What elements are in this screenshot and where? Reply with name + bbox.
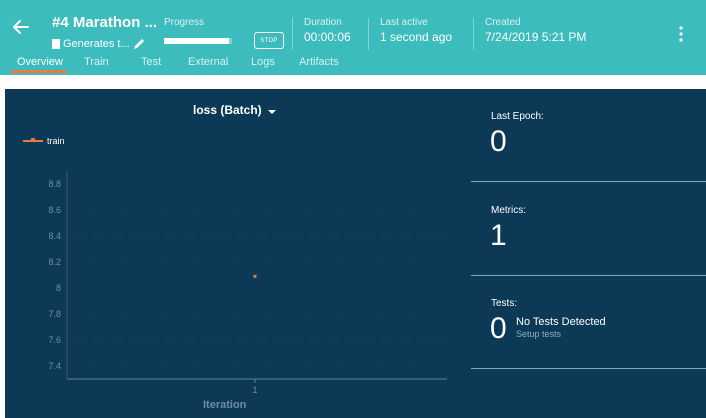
metrics-card: Metrics: 1 (471, 183, 706, 276)
more-vertical-icon[interactable] (675, 24, 687, 44)
chart-panel: loss (Batch) train 8.8 8.6 8.4 8.2 8 7.8 7.6 7.… (5, 89, 471, 418)
tab-logs[interactable]: Logs (251, 56, 275, 68)
experiment-description: Generates t... (52, 38, 130, 50)
tests-label: Tests: (491, 298, 518, 309)
y-tick-label: 7.6 (48, 335, 61, 345)
y-tick-label: 7.8 (48, 309, 61, 319)
x-axis-label: Iteration (203, 399, 247, 411)
tests-value: 0 (490, 312, 507, 345)
description-text: Generates t... (63, 38, 130, 50)
created-label: Created (485, 17, 521, 28)
last-active-label: Last active (380, 17, 428, 28)
y-tick-label: 8 (56, 283, 61, 293)
metrics-label: Metrics: (491, 205, 526, 216)
loss-chart: 8.8 8.6 8.4 8.2 8 7.8 7.6 7.4 1 (48, 171, 447, 395)
last-epoch-label: Last Epoch: (491, 111, 544, 122)
y-tick-label: 8.6 (48, 205, 61, 215)
last-epoch-card: Last Epoch: 0 (471, 89, 706, 182)
tab-test[interactable]: Test (141, 56, 161, 68)
header-divider (473, 18, 474, 50)
data-point-train (253, 274, 257, 278)
tab-train[interactable]: Train (84, 56, 109, 68)
y-tick-label: 8.4 (48, 231, 61, 241)
progress-bar (164, 38, 232, 44)
last-epoch-value: 0 (490, 125, 507, 158)
header-divider (368, 18, 369, 50)
tab-external[interactable]: External (188, 56, 228, 68)
progress-fill (164, 38, 229, 44)
tab-artifacts[interactable]: Artifacts (299, 56, 339, 68)
pencil-icon[interactable] (132, 37, 146, 51)
experiment-header: #4 Marathon ... Generates t... Progress … (0, 0, 706, 75)
header-divider (292, 18, 293, 50)
last-active-value: 1 second ago (380, 30, 453, 44)
active-tab-indicator (11, 70, 67, 73)
setup-tests-link[interactable]: Setup tests (516, 329, 561, 339)
arrow-left-icon[interactable] (11, 17, 31, 37)
y-tick-label: 8.2 (48, 257, 61, 267)
summary-panel: Last Epoch: 0 Metrics: 1 Tests: 0 No Tes… (471, 89, 706, 418)
y-tick-label: 7.4 (48, 361, 61, 371)
duration-label: Duration (304, 17, 342, 28)
y-tick-label: 8.8 (48, 179, 61, 189)
tab-overview[interactable]: Overview (17, 56, 63, 68)
document-icon (52, 39, 60, 49)
stop-button[interactable]: STOP (254, 32, 284, 49)
duration-value: 00:00:06 (304, 30, 351, 44)
x-tick-label: 1 (252, 385, 257, 395)
metrics-value: 1 (490, 219, 507, 252)
created-value: 7/24/2019 5:21 PM (485, 30, 587, 44)
experiment-title: #4 Marathon ... (52, 14, 158, 31)
progress-label: Progress (164, 17, 205, 28)
no-tests-text: No Tests Detected (516, 316, 606, 328)
